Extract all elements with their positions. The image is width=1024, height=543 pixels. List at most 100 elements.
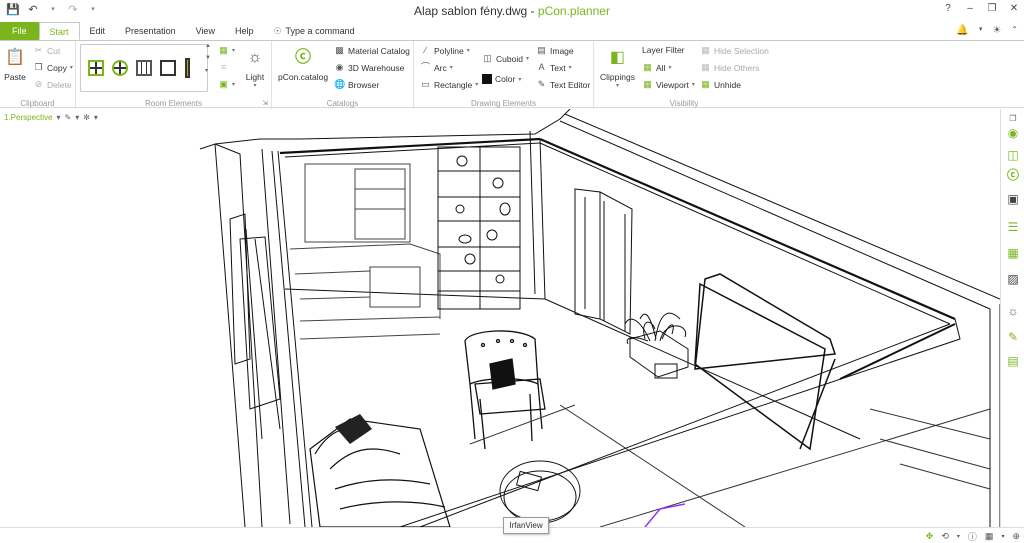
image-button[interactable]: ▤ Image <box>536 45 574 56</box>
polyline-button[interactable]: ∕ Polyline ▾ <box>420 45 470 56</box>
light-button[interactable]: ☼ Light ▾ <box>244 47 266 89</box>
3d-viewport[interactable]: 1.Perspective ▾ ✎ ▾ ✼ ▾ <box>0 109 1000 527</box>
wall-tool-button[interactable]: ▦ ▾ <box>218 45 235 56</box>
tab-start[interactable]: Start <box>38 22 80 40</box>
materials-panel-icon[interactable]: ▦ <box>1005 245 1021 261</box>
brush-icon[interactable]: ✎ <box>1005 329 1021 345</box>
window-element-icon[interactable] <box>88 60 104 76</box>
browser-button[interactable]: 🌐 Browser <box>334 79 379 90</box>
drawing-group-label: Drawing Elements <box>471 99 536 108</box>
tab-view[interactable]: View <box>186 22 225 40</box>
cuboid-dropdown-icon[interactable]: ▾ <box>526 55 529 62</box>
gallery-up-icon[interactable]: ▲ <box>205 43 281 49</box>
unhide-button[interactable]: ▦ Unhide <box>700 79 741 90</box>
light-panel-icon[interactable]: ☼ <box>1005 303 1021 319</box>
round-window-icon[interactable] <box>112 60 128 76</box>
layout-dropdown-icon[interactable]: ▾ <box>1001 533 1004 540</box>
copy-dropdown-icon[interactable]: ▾ <box>70 64 73 71</box>
cube-properties-icon[interactable]: ◫ <box>1005 147 1021 163</box>
help-icon[interactable]: ? <box>942 3 954 14</box>
text-button[interactable]: A Text ▾ <box>536 62 572 73</box>
command-search-label: Type a command <box>285 26 355 36</box>
paste-label: Paste <box>4 72 26 82</box>
paste-button[interactable]: 📋 Paste <box>4 47 26 82</box>
viewport-name-dropdown-icon[interactable]: ▾ <box>56 113 60 122</box>
delete-icon: ⊘ <box>34 79 43 89</box>
polyline-dropdown-icon[interactable]: ▾ <box>467 47 470 54</box>
layout-grid-icon[interactable]: ▦ <box>985 531 994 542</box>
double-window-icon[interactable] <box>136 60 152 76</box>
warehouse-button[interactable]: ◉ 3D Warehouse <box>334 62 405 73</box>
image-panel-icon[interactable]: ▤ <box>1005 353 1021 369</box>
tab-help[interactable]: Help <box>225 22 264 40</box>
delete-button[interactable]: ⊘ Delete <box>33 79 72 90</box>
render-style-icon[interactable]: ✎ <box>64 113 71 122</box>
camera-dropdown-icon[interactable]: ▾ <box>94 113 98 122</box>
copy-button[interactable]: ❐ Copy ▾ <box>33 62 73 73</box>
pcon-catalog-button[interactable]: ⓒ pCon.catalog <box>278 47 328 82</box>
ribbon-collapse-icon[interactable]: ⌃ <box>1011 25 1018 36</box>
bell-dropdown-icon[interactable]: ▾ <box>979 25 983 36</box>
light-dropdown-icon[interactable]: ▾ <box>253 82 256 89</box>
zoom-icon[interactable]: ⊕ <box>1012 531 1020 542</box>
gallery-more-icon[interactable]: ▾ <box>205 67 281 74</box>
layers-icon[interactable]: ☰ <box>1005 219 1021 235</box>
hide-others-button[interactable]: ▦ Hide Others <box>700 62 759 73</box>
text-editor-button[interactable]: ✎ Text Editor <box>536 79 590 90</box>
sun-icon[interactable]: ☀ <box>992 25 1001 36</box>
text-dropdown-icon[interactable]: ▾ <box>569 64 572 71</box>
gallery-down-icon[interactable]: ▼ <box>205 55 281 61</box>
room-elements-dialog-launcher-icon[interactable]: ⇲ <box>262 99 268 107</box>
lightbulb-icon: ☉ <box>273 26 282 36</box>
wall-tool-dropdown-icon[interactable]: ▾ <box>232 47 235 54</box>
render-style-dropdown-icon[interactable]: ▾ <box>75 113 79 122</box>
room-elements-gallery[interactable] <box>80 44 208 92</box>
viewport-button[interactable]: ▦ Viewport ▾ <box>642 79 695 90</box>
arc-dropdown-icon[interactable]: ▾ <box>450 64 453 71</box>
cuboid-button[interactable]: ◫ Cuboid ▾ <box>482 53 529 64</box>
cut-button[interactable]: ✂ Cut <box>33 45 61 56</box>
chart-panel-icon[interactable]: ▨ <box>1005 271 1021 287</box>
article-manager-icon[interactable]: ◉ <box>1005 125 1021 141</box>
color-button[interactable]: Color ▾ <box>482 74 521 84</box>
sofa <box>309 414 451 527</box>
minimize-icon[interactable]: – <box>964 3 976 14</box>
image-icon: ▤ <box>537 45 546 55</box>
snap-move-icon[interactable]: ✥ <box>926 531 934 542</box>
delete-label: Delete <box>47 79 72 90</box>
color-dropdown-icon[interactable]: ▾ <box>518 76 521 83</box>
help-status-icon[interactable]: ⓘ <box>968 530 977 543</box>
close-icon[interactable]: ✕ <box>1008 3 1020 14</box>
orbit-icon[interactable]: ⟲ <box>941 531 949 542</box>
group-visibility: ◧ Clippings ▾ Layer Filter ▦ All ▾ ▦ Vie… <box>594 41 774 109</box>
square-element-icon[interactable] <box>160 60 176 76</box>
viewport-name[interactable]: 1.Perspective <box>4 113 52 122</box>
command-search[interactable]: ☉ Type a command <box>263 22 354 40</box>
tab-edit[interactable]: Edit <box>80 22 116 40</box>
all-layers-button[interactable]: ▦ All ▾ <box>642 62 671 73</box>
camera-icon[interactable]: ✼ <box>83 113 90 122</box>
material-catalog-icon: ▩ <box>335 45 344 55</box>
clippings-dropdown-icon[interactable]: ▾ <box>616 82 619 89</box>
column-element-icon[interactable] <box>185 58 190 78</box>
arc-button[interactable]: ⌒ Arc ▾ <box>420 62 453 73</box>
room-tool-dropdown-icon[interactable]: ▾ <box>232 81 235 88</box>
tab-presentation[interactable]: Presentation <box>115 22 186 40</box>
notification-bell-icon[interactable]: 🔔 <box>956 25 968 36</box>
viewport-dropdown-icon[interactable]: ▾ <box>692 81 695 88</box>
tab-file[interactable]: File <box>0 22 39 40</box>
material-catalog-button[interactable]: ▩ Material Catalog <box>334 45 410 56</box>
list-tool-button[interactable]: ≡ <box>218 62 229 73</box>
rectangle-button[interactable]: ▭ Rectangle ▾ <box>420 79 478 90</box>
image-label: Image <box>550 45 574 56</box>
all-dropdown-icon[interactable]: ▾ <box>668 64 671 71</box>
orbit-dropdown-icon[interactable]: ▾ <box>957 533 960 540</box>
restore-icon[interactable]: ❐ <box>986 3 998 14</box>
pcon-catalog-icon: ⓒ <box>295 49 312 66</box>
hide-selection-button[interactable]: ▦ Hide Selection <box>700 45 769 56</box>
clippings-button[interactable]: ◧ Clippings ▾ <box>600 47 635 89</box>
catalog-panel-icon[interactable]: ⓒ <box>1005 167 1021 183</box>
rectangle-dropdown-icon[interactable]: ▾ <box>475 81 478 88</box>
storage-icon[interactable]: ▣ <box>1005 191 1021 207</box>
room-tool-button[interactable]: ▣ ▾ <box>218 79 235 90</box>
